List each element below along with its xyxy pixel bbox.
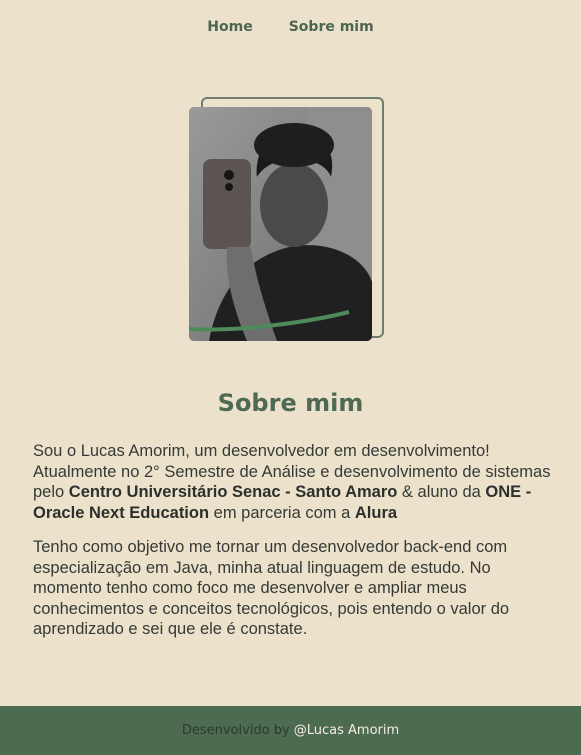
footer: Desenvolvido by @Lucas Amorim <box>0 706 581 755</box>
footer-prefix: Desenvolvido by <box>181 723 290 738</box>
goals-paragraph: Tenho como objetivo me tornar um desenvo… <box>33 538 510 638</box>
partner-name: Alura <box>354 503 398 522</box>
nav-about-link[interactable]: Sobre mim <box>289 17 374 39</box>
profile-photo <box>189 107 372 341</box>
intro-paragraph: Sou o Lucas Amorim, um desenvolvedor em … <box>33 442 551 522</box>
footer-author-link[interactable]: @Lucas Amorim <box>294 723 399 738</box>
nav-home-link[interactable]: Home <box>207 17 252 39</box>
top-nav: Home Sobre mim <box>0 17 581 39</box>
section-title: Sobre mim <box>217 389 364 417</box>
institution-name: Centro Universitário Senac - Santo Amaro <box>68 483 398 501</box>
profile-photo-container <box>189 97 389 343</box>
